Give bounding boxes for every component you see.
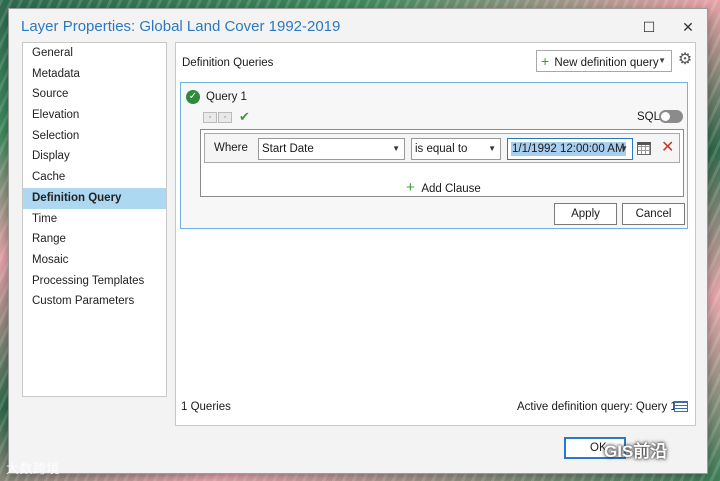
query-mini-toolbar: ▫ ▫ <box>203 112 232 123</box>
list-icon[interactable] <box>674 401 688 412</box>
field-select-value: Start Date <box>262 143 314 155</box>
cancel-button[interactable]: Cancel <box>622 203 685 225</box>
query-card: ✓ Query 1 ▫ ▫ ✔ SQL Where Start Date ▼ i… <box>180 82 688 229</box>
clause-box: Where Start Date ▼ is equal to ▼ 1/1/199… <box>200 129 684 197</box>
nav-item-selection[interactable]: Selection <box>23 126 166 147</box>
nav-item-cache[interactable]: Cache <box>23 167 166 188</box>
nav-item-custom-parameters[interactable]: Custom Parameters <box>23 291 166 312</box>
add-clause-button[interactable]: + Add Clause <box>406 179 481 196</box>
chevron-down-icon: ▼ <box>658 56 666 65</box>
close-icon[interactable]: ✕ <box>677 17 699 37</box>
value-input[interactable]: 1/1/1992 12:00:00 AM ▼ <box>507 138 633 160</box>
expand-button[interactable]: ▫ <box>218 112 232 123</box>
sql-toggle[interactable] <box>659 110 683 123</box>
sql-label: SQL <box>637 111 661 123</box>
title-bar: Layer Properties: Global Land Cover 1992… <box>9 9 707 45</box>
plus-icon: + <box>541 53 550 69</box>
remove-icon[interactable]: ✕ <box>661 139 674 157</box>
new-query-label: New definition query <box>554 57 659 69</box>
nav-item-range[interactable]: Range <box>23 229 166 250</box>
new-definition-query-button[interactable]: + New definition query ▼ <box>536 50 672 72</box>
apply-button[interactable]: Apply <box>554 203 617 225</box>
nav-item-elevation[interactable]: Elevation <box>23 105 166 126</box>
clause-row: Where Start Date ▼ is equal to ▼ 1/1/199… <box>204 133 680 163</box>
nav-item-mosaic[interactable]: Mosaic <box>23 250 166 271</box>
collapse-button[interactable]: ▫ <box>203 112 217 123</box>
field-select[interactable]: Start Date ▼ <box>258 138 405 160</box>
check-icon[interactable]: ✔ <box>239 109 250 125</box>
watermark-right: GIS前沿 <box>604 442 668 461</box>
calendar-icon[interactable] <box>637 142 651 155</box>
add-clause-label: Add Clause <box>421 183 481 195</box>
gear-icon[interactable]: ⚙ <box>676 51 694 69</box>
operator-select[interactable]: is equal to ▼ <box>411 138 501 160</box>
chevron-down-icon: ▼ <box>488 144 496 153</box>
value-input-text: 1/1/1992 12:00:00 AM <box>511 142 626 156</box>
query-count: 1 Queries <box>181 401 231 413</box>
maximize-icon[interactable]: ☐ <box>638 17 660 37</box>
nav-item-metadata[interactable]: Metadata <box>23 64 166 85</box>
nav-item-time[interactable]: Time <box>23 209 166 230</box>
active-query-text: Active definition query: Query 1 <box>517 401 677 413</box>
query-name[interactable]: Query 1 <box>206 91 247 103</box>
where-label: Where <box>214 142 248 154</box>
properties-nav: General Metadata Source Elevation Select… <box>22 42 167 397</box>
nav-item-definition-query[interactable]: Definition Query <box>23 187 166 209</box>
definition-query-panel: Definition Queries + New definition quer… <box>175 42 696 426</box>
layer-properties-dialog: Layer Properties: Global Land Cover 1992… <box>8 8 708 474</box>
nav-item-processing-templates[interactable]: Processing Templates <box>23 271 166 292</box>
chevron-down-icon: ▼ <box>392 144 400 153</box>
watermark-left: 大数跨境 <box>6 461 61 476</box>
dialog-title: Layer Properties: Global Land Cover 1992… <box>21 18 341 35</box>
nav-item-general[interactable]: General <box>23 43 166 64</box>
plus-icon: + <box>406 179 415 196</box>
panel-title: Definition Queries <box>182 57 274 69</box>
check-circle-icon: ✓ <box>186 90 200 104</box>
chevron-down-icon: ▼ <box>620 144 628 153</box>
nav-item-source[interactable]: Source <box>23 84 166 105</box>
operator-select-value: is equal to <box>415 143 468 155</box>
nav-item-display[interactable]: Display <box>23 146 166 167</box>
